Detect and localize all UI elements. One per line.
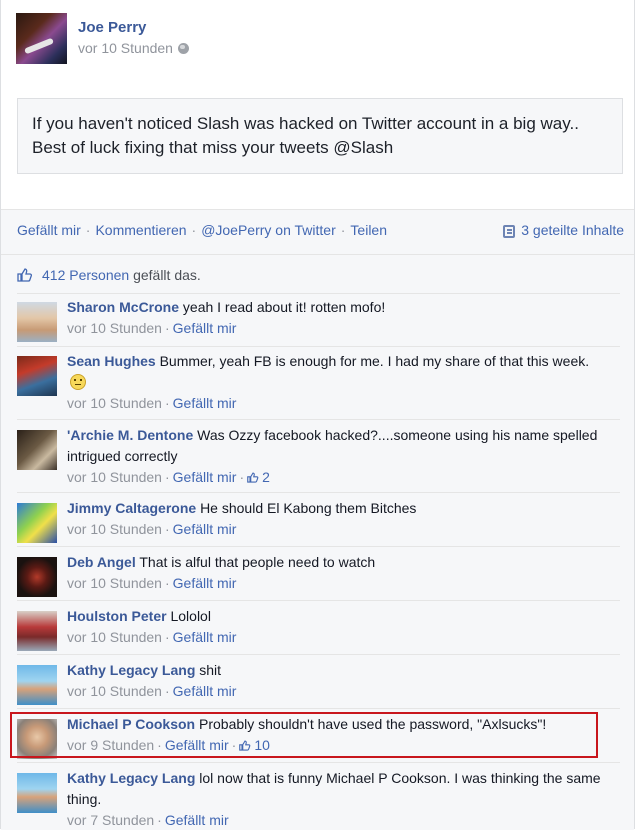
- comment-author[interactable]: Sean Hughes: [67, 353, 156, 369]
- comment-like-link[interactable]: Gefällt mir: [173, 320, 237, 336]
- twitter-link[interactable]: @JoePerry on Twitter: [201, 222, 336, 238]
- post-time-text[interactable]: vor 10 Stunden: [78, 40, 173, 56]
- comment-author[interactable]: Deb Angel: [67, 554, 136, 570]
- comment-avatar[interactable]: [17, 430, 57, 470]
- comment-divider: [17, 762, 620, 763]
- comment-time[interactable]: vor 10 Stunden: [67, 683, 162, 699]
- comment-divider: [17, 346, 620, 347]
- author-name[interactable]: Joe Perry: [78, 19, 146, 36]
- comment-likes-number: 2: [262, 469, 270, 485]
- comment-like-link[interactable]: Gefällt mir: [173, 683, 237, 699]
- comment-avatar[interactable]: [17, 665, 57, 705]
- separator-dot: ·: [164, 469, 170, 485]
- comment-author[interactable]: Sharon McCrone: [67, 299, 179, 315]
- highlight-box: [10, 712, 598, 758]
- comment-like-link[interactable]: Gefällt mir: [173, 469, 237, 485]
- separator-dot: ·: [164, 683, 170, 699]
- likes-suffix: gefällt das.: [133, 267, 201, 283]
- comment-link[interactable]: Kommentieren: [95, 222, 186, 238]
- comment-text: yeah I read about it! rotten mofo!: [182, 299, 386, 315]
- comment-author[interactable]: Houlston Peter: [67, 608, 167, 624]
- comment-author[interactable]: 'Archie M. Dentone: [67, 427, 193, 443]
- shared-count: 3 geteilte Inhalte: [521, 222, 624, 238]
- comment-time[interactable]: vor 7 Stunden: [67, 812, 154, 828]
- comment-avatar[interactable]: [17, 611, 57, 651]
- separator-dot: ·: [157, 812, 162, 828]
- comment-like-link[interactable]: Gefällt mir: [165, 812, 229, 828]
- comment-time[interactable]: vor 10 Stunden: [67, 395, 162, 411]
- smiley-icon: [70, 374, 86, 390]
- likes-summary: 412 Personen gefällt das.: [17, 267, 201, 283]
- comment-text: shit: [199, 662, 222, 678]
- comment-text: Bummer, yeah FB is enough for me. I had …: [159, 353, 590, 369]
- separator-dot: ·: [85, 222, 91, 238]
- thumbs-up-icon: [247, 472, 259, 483]
- comment-author[interactable]: Kathy Legacy Lang: [67, 662, 195, 678]
- comment-divider: [17, 708, 620, 709]
- separator-dot: ·: [164, 575, 170, 591]
- separator-dot: ·: [164, 395, 170, 411]
- globe-icon[interactable]: [177, 43, 189, 54]
- comment-author[interactable]: Kathy Legacy Lang: [67, 770, 195, 786]
- comment-text: He should El Kabong them Bitches: [200, 500, 417, 516]
- post-text: If you haven't noticed Slash was hacked …: [17, 98, 623, 174]
- comment-like-link[interactable]: Gefällt mir: [173, 629, 237, 645]
- comment-divider: [17, 654, 620, 655]
- post-actions: Gefällt mir · Kommentieren · @JoePerry on Tw…: [17, 222, 387, 238]
- comment-like-link[interactable]: Gefällt mir: [173, 395, 237, 411]
- comment-time[interactable]: vor 10 Stunden: [67, 629, 162, 645]
- comment-divider: [17, 546, 620, 547]
- share-link[interactable]: Teilen: [350, 222, 387, 238]
- comment-time[interactable]: vor 10 Stunden: [67, 320, 162, 336]
- comment-text: That is alful that people need to watch: [139, 554, 376, 570]
- comment-avatar[interactable]: [17, 773, 57, 813]
- separator-dot: ·: [340, 222, 346, 238]
- separator-dot: ·: [164, 521, 170, 537]
- comment-avatar[interactable]: [17, 557, 57, 597]
- post-actions-bar: Gefällt mir · Kommentieren · @JoePerry on Tw…: [1, 210, 634, 254]
- like-link[interactable]: Gefällt mir: [17, 222, 81, 238]
- comment-time[interactable]: vor 10 Stunden: [67, 575, 162, 591]
- comment-avatar[interactable]: [17, 503, 57, 543]
- separator-dot: ·: [191, 222, 197, 238]
- post-timestamp: vor 10 Stunden: [78, 40, 189, 56]
- comment-time[interactable]: vor 10 Stunden: [67, 469, 162, 485]
- separator-dot: ·: [239, 469, 245, 485]
- thumbs-up-icon: [17, 268, 33, 282]
- comment-likes-count[interactable]: 2: [247, 469, 270, 485]
- comment-divider: [17, 419, 620, 420]
- comment-avatar[interactable]: [17, 356, 57, 396]
- comment-avatar[interactable]: [17, 302, 57, 342]
- comment-like-link[interactable]: Gefällt mir: [173, 575, 237, 591]
- post-card: Joe Perry vor 10 Stunden If you haven't …: [0, 0, 635, 830]
- shared-content-icon: [503, 225, 516, 238]
- comment-divider: [17, 600, 620, 601]
- comment-author[interactable]: Jimmy Caltagerone: [67, 500, 196, 516]
- comment-text: Lololol: [170, 608, 211, 624]
- separator-dot: ·: [164, 320, 170, 336]
- likes-count-link[interactable]: 412 Personen: [42, 267, 129, 283]
- comment-like-link[interactable]: Gefällt mir: [173, 521, 237, 537]
- shared-content-link[interactable]: 3 geteilte Inhalte: [503, 222, 624, 238]
- comment-divider: [17, 293, 620, 294]
- separator-dot: ·: [164, 629, 170, 645]
- author-avatar[interactable]: [16, 13, 67, 64]
- comment-divider: [17, 492, 620, 493]
- comment-time[interactable]: vor 10 Stunden: [67, 521, 162, 537]
